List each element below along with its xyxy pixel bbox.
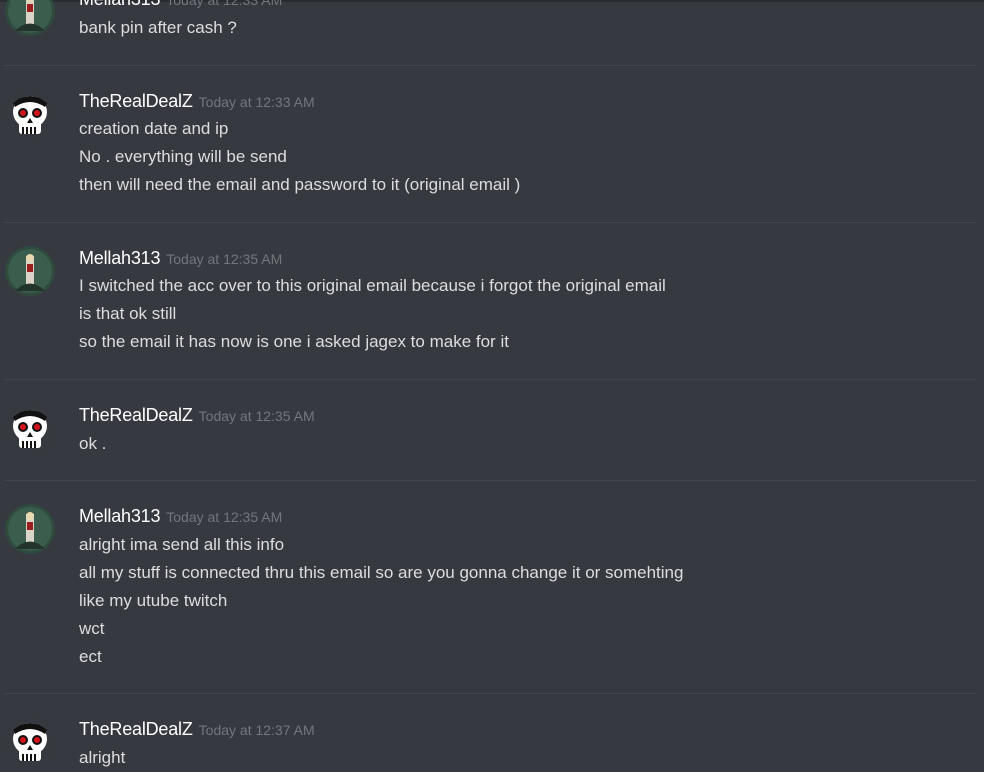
message-text: like my utube twitch [79,591,228,610]
message-text: ok . [79,434,107,453]
red-eyed-skull-avatar-icon [5,718,55,768]
message-text: creation date and ip [79,119,229,138]
saint-figure-avatar-icon [5,246,55,296]
message-header: Mellah313 Today at 12:35 AM [79,506,282,528]
message-text: ect [79,647,102,666]
timestamp: Today at 12:35 AM [198,408,315,424]
timestamp: Today at 12:35 AM [166,251,283,267]
red-eyed-skull-avatar-icon [5,91,55,141]
message-divider [5,65,976,66]
avatar-mellah313[interactable] [5,0,55,36]
timestamp: Today at 12:33 AM [198,94,315,110]
username[interactable]: Mellah313 [79,248,160,268]
chat-message-list: Mellah313 Today at 12:33 AM bank pin afte… [0,0,984,772]
avatar-therealdealz[interactable] [5,718,55,768]
message-header: Mellah313 Today at 12:35 AM [79,248,282,270]
timestamp: Today at 12:33 AM [166,0,283,8]
message-header: TheRealDealZ Today at 12:37 AM [79,719,315,741]
message-text: I switched the acc over to this original… [79,276,666,295]
timestamp: Today at 12:37 AM [198,722,315,738]
avatar-mellah313[interactable] [5,504,55,554]
message-header: TheRealDealZ Today at 12:33 AM [79,91,315,113]
message-text: No . everything will be send [79,147,287,166]
username[interactable]: TheRealDealZ [79,719,193,739]
avatar-therealdealz[interactable] [5,405,55,455]
message-text: wct [79,619,105,638]
message-text: alright [79,748,126,767]
message-header: Mellah313 Today at 12:33 AM [79,0,282,11]
message-text: so the email it has now is one i asked j… [79,332,509,351]
message-divider [5,379,976,380]
message-text: all my stuff is connected thru this emai… [79,563,684,582]
message-divider [5,480,976,481]
message-divider [5,222,976,223]
timestamp: Today at 12:35 AM [166,509,283,525]
message-text: then will need the email and password to… [79,175,521,194]
username[interactable]: TheRealDealZ [79,91,193,111]
message-divider [5,693,976,694]
message-text: bank pin after cash ? [79,18,237,37]
saint-figure-avatar-icon [5,504,55,554]
saint-figure-avatar-icon [5,0,55,36]
username[interactable]: TheRealDealZ [79,405,193,425]
username[interactable]: Mellah313 [79,506,160,526]
username[interactable]: Mellah313 [79,0,160,9]
avatar-mellah313[interactable] [5,246,55,296]
avatar-therealdealz[interactable] [5,91,55,141]
message-text: alright ima send all this info [79,535,285,554]
message-text: is that ok still [79,304,177,323]
message-header: TheRealDealZ Today at 12:35 AM [79,405,315,427]
red-eyed-skull-avatar-icon [5,405,55,455]
